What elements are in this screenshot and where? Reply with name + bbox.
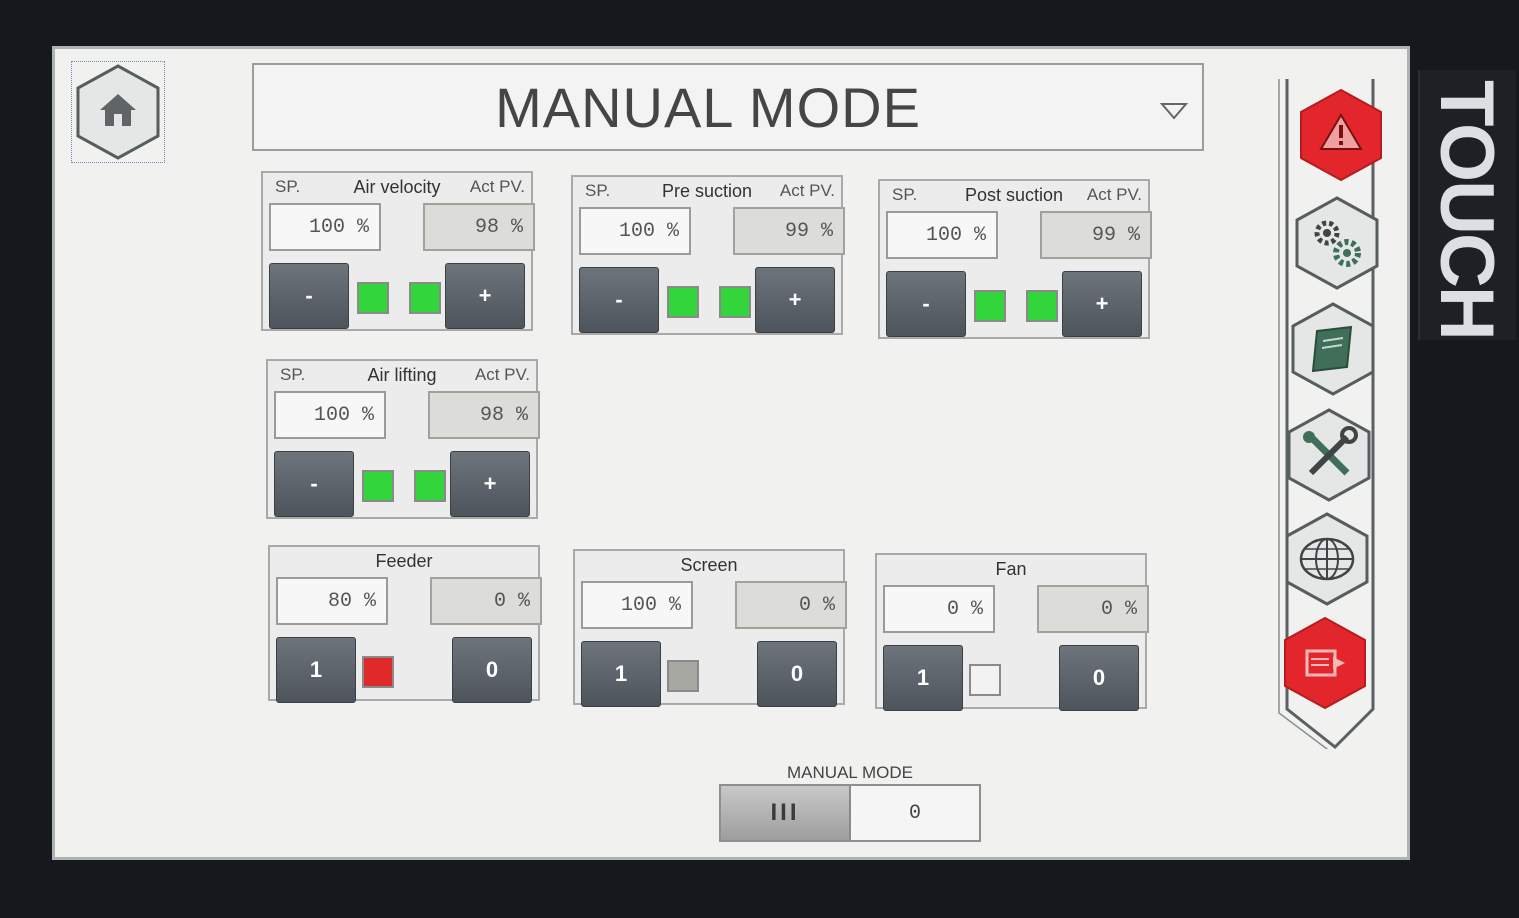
increase-button[interactable]: + <box>445 263 525 329</box>
status-indicator <box>362 656 394 688</box>
panel-air-lifting: SP. Air lifting Act PV. 100 % 98 % - + <box>266 359 540 519</box>
increase-button[interactable]: + <box>1062 271 1142 337</box>
settings-button[interactable] <box>1291 195 1383 291</box>
on-button[interactable]: 1 <box>276 637 356 703</box>
actual-pv-field: 98 % <box>423 203 535 251</box>
setpoint-field[interactable]: 100 % <box>886 211 998 259</box>
setpoint-field[interactable]: 80 % <box>276 577 388 625</box>
setpoint-field[interactable]: 100 % <box>581 581 693 629</box>
brand-text: TOUCH <box>1424 80 1509 339</box>
actual-pv-field: 99 % <box>733 207 845 255</box>
setpoint-field[interactable]: 100 % <box>269 203 381 251</box>
actual-pv-field: 0 % <box>1037 585 1149 633</box>
decrease-button[interactable]: - <box>274 451 354 517</box>
setpoint-field[interactable]: 0 % <box>883 585 995 633</box>
setpoint-field[interactable]: 100 % <box>274 391 386 439</box>
increase-button[interactable]: + <box>450 451 530 517</box>
pv-label: Act PV. <box>469 177 525 196</box>
home-icon <box>76 64 160 160</box>
status-indicator <box>667 286 699 318</box>
manual-mode-off-segment[interactable]: 0 <box>851 786 979 840</box>
page-title: MANUAL MODE <box>495 75 921 139</box>
title-bar[interactable]: MANUAL MODE <box>252 63 1204 151</box>
status-indicator <box>409 282 441 314</box>
home-button[interactable] <box>71 61 165 163</box>
exit-icon <box>1284 616 1366 710</box>
status-indicator <box>362 470 394 502</box>
manual-mode-label: MANUAL MODE <box>787 763 913 782</box>
panel-pre-suction: SP. Pre suction Act PV. 100 % 99 % - + <box>571 175 845 335</box>
increase-button[interactable]: + <box>755 267 835 333</box>
off-button[interactable]: 0 <box>757 641 837 707</box>
status-indicator <box>974 290 1006 322</box>
panel-screen: Screen 100 % 0 % 1 0 <box>573 549 847 707</box>
actual-pv-field: 0 % <box>735 581 847 629</box>
status-indicator <box>667 660 699 692</box>
status-indicator <box>357 282 389 314</box>
pv-label: Act PV. <box>1086 185 1142 204</box>
off-button[interactable]: 0 <box>1059 645 1139 711</box>
manual-mode-on-segment[interactable]: III <box>721 786 851 840</box>
status-indicator <box>719 286 751 318</box>
decrease-button[interactable]: - <box>886 271 966 337</box>
actual-pv-field: 99 % <box>1040 211 1152 259</box>
on-button[interactable]: 1 <box>581 641 661 707</box>
decrease-button[interactable]: - <box>269 263 349 329</box>
manual-button[interactable] <box>1287 301 1379 397</box>
on-button[interactable]: 1 <box>883 645 963 711</box>
panel-air-velocity: SP. Air velocity Act PV. 100 % 98 % - + <box>261 171 535 331</box>
panel-fan: Fan 0 % 0 % 1 0 <box>875 553 1149 711</box>
panel-post-suction: SP. Post suction Act PV. 100 % 99 % - + <box>878 179 1152 339</box>
tools-button[interactable] <box>1283 407 1375 503</box>
setpoint-field[interactable]: 100 % <box>579 207 691 255</box>
language-button[interactable] <box>1281 511 1373 607</box>
chevron-down-icon[interactable] <box>1160 101 1188 121</box>
status-indicator <box>1026 290 1058 322</box>
manual-book-icon <box>1291 302 1375 396</box>
alarm-icon <box>1300 88 1382 182</box>
exit-button[interactable] <box>1279 615 1371 711</box>
off-button[interactable]: 0 <box>452 637 532 703</box>
panel-title: Screen <box>680 555 738 575</box>
hmi-screen: MANUAL MODE SP. Air velocity Act PV. 100… <box>52 46 1410 860</box>
actual-pv-field: 0 % <box>430 577 542 625</box>
actual-pv-field: 98 % <box>428 391 540 439</box>
pv-label: Act PV. <box>474 365 530 384</box>
status-indicator <box>414 470 446 502</box>
manual-mode-switch[interactable]: III 0 <box>719 784 981 842</box>
panel-title: Fan <box>995 559 1027 579</box>
pv-label: Act PV. <box>779 181 835 200</box>
panel-title: Feeder <box>375 551 433 571</box>
panel-feeder: Feeder 80 % 0 % 1 0 <box>268 545 542 703</box>
settings-gears-icon <box>1295 196 1379 290</box>
globe-icon <box>1285 512 1369 606</box>
decrease-button[interactable]: - <box>579 267 659 333</box>
alarm-button[interactable] <box>1295 87 1387 183</box>
tools-icon <box>1287 408 1371 502</box>
status-indicator <box>969 664 1001 696</box>
